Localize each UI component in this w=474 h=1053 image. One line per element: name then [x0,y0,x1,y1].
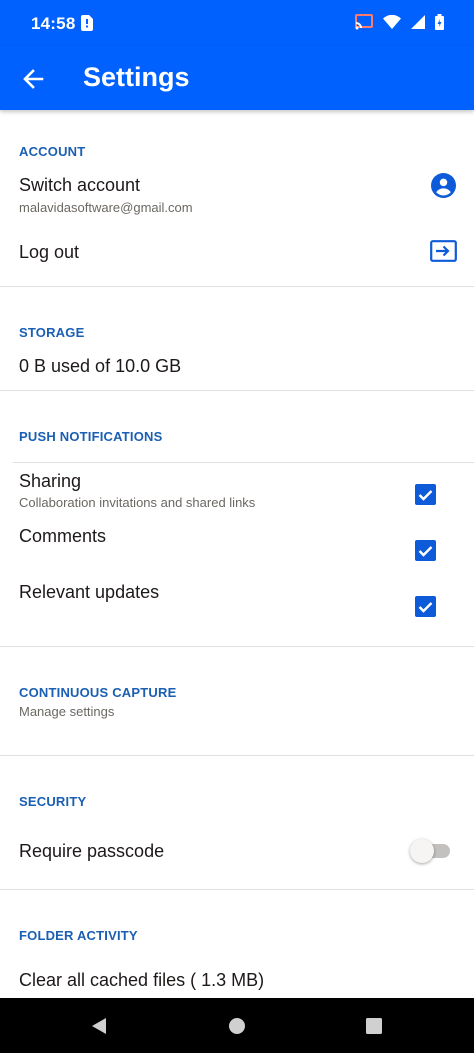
app-bar: Settings [0,46,474,110]
cast-icon [355,14,373,35]
divider [0,755,474,756]
account-circle-icon [431,173,456,198]
status-bar: 14:58 [0,0,474,46]
logout-icon [430,240,457,262]
status-icons [355,14,444,35]
toggle-thumb [410,839,434,863]
section-header-account: ACCOUNT [19,144,86,159]
wifi-icon [383,14,401,34]
sharing-title: Sharing [19,471,82,491]
settings-list[interactable]: ACCOUNT Switch account malavidasoftware@… [0,110,474,998]
back-triangle-icon [92,1018,106,1034]
section-header-continuous-capture: CONTINUOUS CAPTURE [19,685,177,700]
storage-usage: 0 B used of 10.0 GB [19,356,182,376]
arrow-left-icon [23,69,44,89]
divider [0,286,474,287]
relevant-updates-title: Relevant updates [19,582,160,602]
section-header-push-notifications: PUSH NOTIFICATIONS [19,429,163,444]
sharing-checkbox[interactable] [415,484,436,505]
checkmark-icon [418,545,433,557]
account-email: malavidasoftware@gmail.com [19,200,193,215]
signal-icon [411,15,425,34]
divider [13,462,474,463]
log-out-title: Log out [19,242,80,262]
section-header-security: SECURITY [19,794,87,809]
nav-home-button[interactable] [225,1014,249,1038]
divider [0,646,474,647]
comments-checkbox[interactable] [415,540,436,561]
status-time: 14:58 [31,14,76,33]
require-passcode-title: Require passcode [19,841,165,861]
relevant-updates-checkbox[interactable] [415,596,436,617]
battery-icon [435,14,444,35]
require-passcode-toggle[interactable] [410,839,450,863]
checkmark-icon [418,489,433,501]
page-title: Settings [83,62,190,92]
section-header-folder-activity: FOLDER ACTIVITY [19,928,138,943]
clear-cache-item[interactable]: Clear all cached files ( 1.3 MB) [19,970,264,991]
back-button[interactable] [14,60,52,98]
comments-title: Comments [19,526,107,546]
checkmark-icon [418,601,433,613]
nav-back-button[interactable] [87,1014,111,1038]
sharing-subtitle: Collaboration invitations and shared lin… [19,495,256,510]
home-circle-icon [229,1018,245,1034]
nav-recents-button[interactable] [362,1014,386,1038]
continuous-capture-subtitle: Manage settings [19,704,115,719]
recents-square-icon [366,1018,382,1034]
sim-card-icon [81,15,93,36]
divider [0,390,474,391]
switch-account-title: Switch account [19,175,141,195]
navigation-bar [0,998,474,1053]
section-header-storage: STORAGE [19,325,85,340]
divider [0,889,474,890]
